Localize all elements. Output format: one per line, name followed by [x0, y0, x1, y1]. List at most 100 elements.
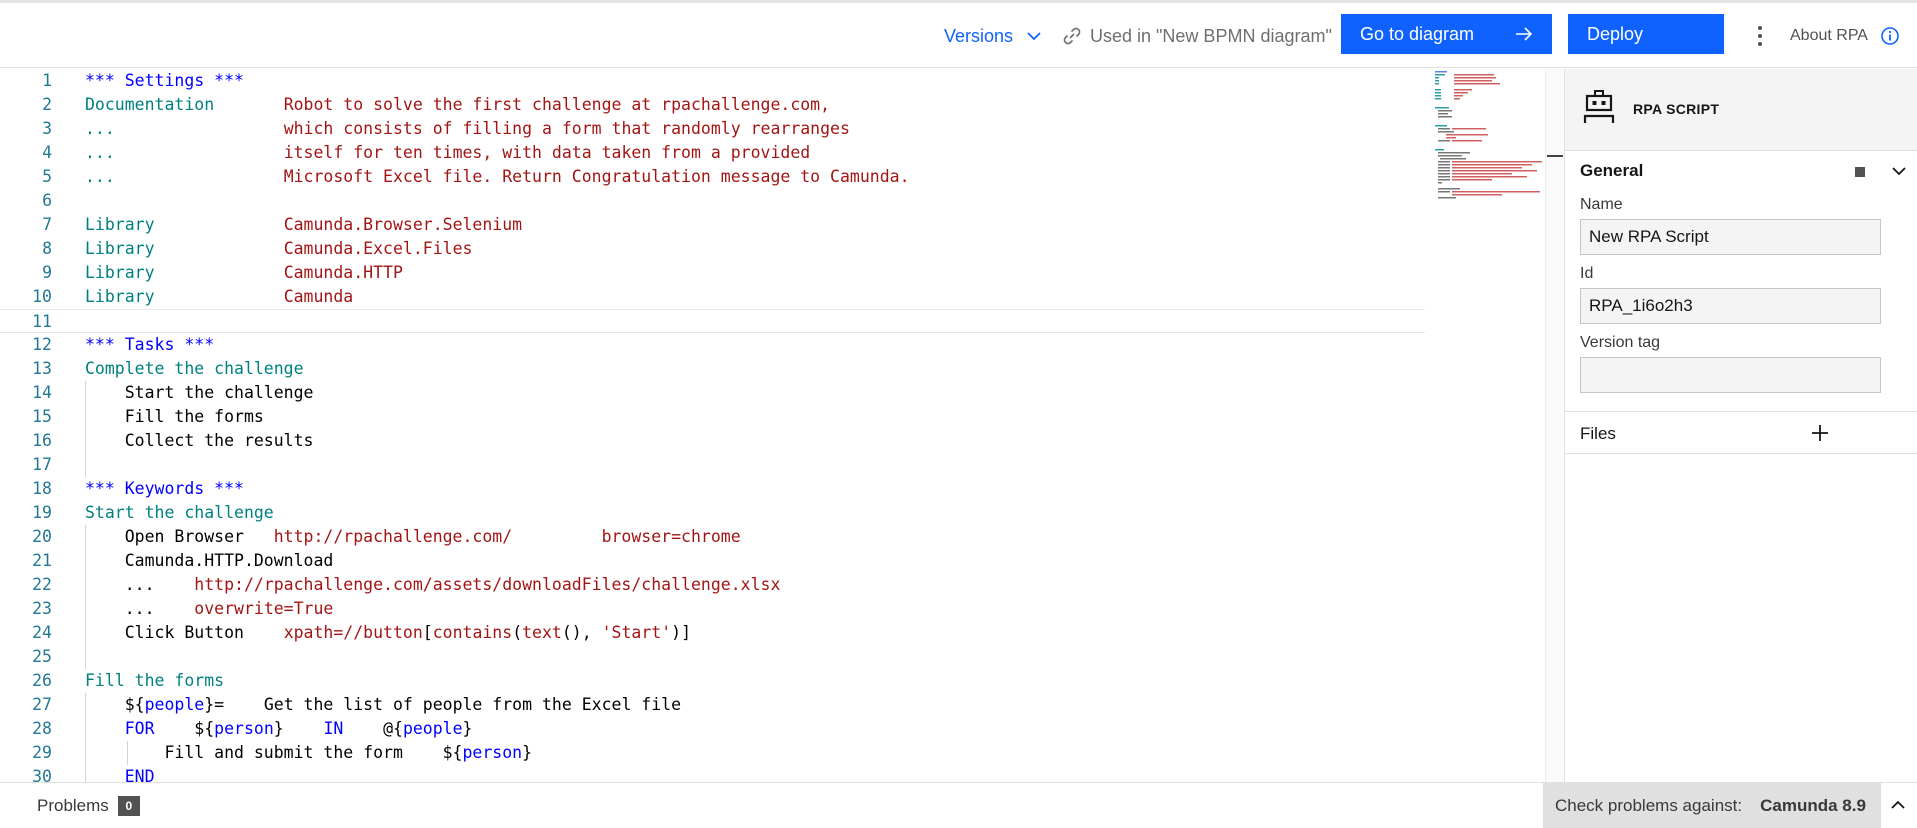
id-field-label: Id — [1580, 265, 1594, 282]
code-line[interactable]: 12 *** Tasks *** — [0, 333, 1425, 357]
code-line[interactable]: 18 *** Keywords *** — [0, 477, 1425, 501]
code-token: Microsoft Excel file. Return Congratulat… — [283, 167, 910, 186]
code-line[interactable]: 4... itself for ten times, with data tak… — [0, 141, 1425, 165]
code-text: Fill and submit the form ${person} — [85, 741, 532, 765]
deploy-button[interactable]: Deploy — [1568, 14, 1724, 54]
code-token: *** Settings *** — [85, 71, 244, 90]
check-problems-against-selector[interactable]: Check problems against: Camunda 8.9 — [1543, 783, 1881, 828]
chevron-down-icon[interactable] — [1891, 163, 1907, 179]
overflow-menu-icon[interactable] — [1752, 22, 1768, 50]
line-number: 14 — [32, 383, 52, 402]
about-rpa-link[interactable]: About RPA — [1790, 23, 1900, 49]
code-token: ... — [85, 119, 284, 138]
problems-label: Problems — [37, 796, 109, 815]
code-line[interactable]: 11 — [0, 309, 1425, 333]
editor-minimap[interactable] — [1432, 69, 1545, 219]
general-section-header[interactable]: General — [1565, 151, 1917, 191]
id-input[interactable] — [1580, 288, 1881, 324]
arrow-right-icon — [1516, 27, 1533, 41]
code-line[interactable]: 28 FOR ${person} IN @{people} — [0, 717, 1425, 741]
code-editor[interactable]: 1 *** Settings *** 2 Documentation Robot to… — [0, 69, 1545, 782]
panel-header: RPA SCRIPT — [1565, 69, 1917, 151]
code-line[interactable]: 20 Open Browser http://rpachallenge.com/… — [0, 525, 1425, 549]
code-text: Library Camunda.Excel.Files — [85, 237, 472, 261]
add-file-icon[interactable] — [1810, 423, 1830, 443]
name-input[interactable] — [1580, 219, 1881, 255]
top-toolbar: Versions Used in "New BPMN diagram" Go t… — [0, 3, 1917, 68]
files-section: Files — [1565, 411, 1917, 454]
code-token: Complete the challenge — [85, 359, 304, 378]
code-line[interactable]: 9 Library Camunda.HTTP — [0, 261, 1425, 285]
code-text: Click Button xpath=//button[contains(tex… — [85, 621, 691, 645]
code-line[interactable]: 13 Complete the challenge — [0, 357, 1425, 381]
line-number: 10 — [32, 287, 52, 306]
code-line[interactable]: 10 Library Camunda — [0, 285, 1425, 309]
code-text: Fill the forms — [85, 669, 224, 693]
code-line[interactable]: 1 *** Settings *** — [0, 69, 1425, 93]
versions-label: Versions — [944, 25, 1014, 46]
used-in-link[interactable]: Used in "New BPMN diagram" — [1062, 23, 1332, 49]
code-line[interactable]: 6 — [0, 189, 1425, 213]
code-line[interactable]: 23 ... overwrite=True — [0, 597, 1425, 621]
code-line[interactable]: 8 Library Camunda.Excel.Files — [0, 237, 1425, 261]
code-token: Start the challenge — [85, 503, 274, 522]
line-number: 15 — [32, 407, 52, 426]
code-line[interactable]: 14 Start the challenge — [0, 381, 1425, 405]
code-text: ... Microsoft Excel file. Return Congrat… — [85, 165, 910, 189]
code-line[interactable]: 25 — [0, 645, 1425, 669]
code-line[interactable]: 19 Start the challenge — [0, 501, 1425, 525]
code-text: Library Camunda.HTTP — [85, 261, 403, 285]
chevron-up-icon[interactable] — [1890, 797, 1906, 813]
code-line[interactable]: 16 Collect the results — [0, 429, 1425, 453]
problems-toggle[interactable]: Problems 0 — [37, 783, 140, 828]
check-problems-label: Check problems against: — [1555, 796, 1743, 815]
code-token: Library — [85, 287, 284, 306]
code-line[interactable]: 22 ... http://rpachallenge.com/assets/do… — [0, 573, 1425, 597]
code-line[interactable]: 26 Fill the forms — [0, 669, 1425, 693]
code-token: person — [462, 743, 523, 762]
code-token: ( — [512, 623, 523, 642]
code-token: http://rpachallenge.com/assets/downloadF… — [194, 575, 781, 594]
code-text: ... overwrite=True — [85, 597, 334, 621]
line-number: 21 — [32, 551, 52, 570]
code-text: ... itself for ten times, with data take… — [85, 141, 810, 165]
version-tag-input[interactable] — [1580, 357, 1881, 393]
code-line[interactable]: 15 Fill the forms — [0, 405, 1425, 429]
versions-dropdown[interactable]: Versions — [944, 23, 1041, 49]
line-number: 2 — [42, 95, 52, 114]
chevron-down-icon — [1027, 32, 1041, 41]
code-token: } — [522, 743, 533, 762]
info-icon — [1881, 27, 1899, 45]
problems-count-badge: 0 — [117, 796, 140, 816]
code-text: END — [85, 765, 155, 782]
code-line[interactable]: 7 Library Camunda.Browser.Selenium — [0, 213, 1425, 237]
line-number: 1 — [42, 71, 52, 90]
general-section-title: General — [1580, 161, 1644, 180]
go-to-diagram-button[interactable]: Go to diagram — [1341, 14, 1552, 54]
code-line[interactable]: 27 ${people}= Get the list of people fro… — [0, 693, 1425, 717]
line-number: 30 — [32, 767, 52, 782]
code-token: Camunda.HTTP.Download — [85, 551, 334, 570]
code-line[interactable]: 24 Click Button xpath=//button[contains(… — [0, 621, 1425, 645]
code-line[interactable]: 17 — [0, 453, 1425, 477]
element-type-label: RPA SCRIPT — [1633, 101, 1720, 117]
code-line[interactable]: 30 END — [0, 765, 1425, 782]
code-line[interactable]: 2 Documentation Robot to solve the first … — [0, 93, 1425, 117]
code-text: ... which consists of filling a form tha… — [85, 117, 850, 141]
code-line[interactable]: 3... which consists of filling a form th… — [0, 117, 1425, 141]
scroll-position-marker — [1547, 155, 1563, 157]
line-number: 18 — [32, 479, 52, 498]
code-line[interactable]: 29 Fill and submit the form ${person} — [0, 741, 1425, 765]
code-text: Start the challenge — [85, 501, 274, 525]
line-number: 17 — [32, 455, 52, 474]
line-number: 19 — [32, 503, 52, 522]
code-token: ... — [85, 143, 284, 162]
name-field-label: Name — [1580, 196, 1623, 213]
code-line[interactable]: 5... Microsoft Excel file. Return Congra… — [0, 165, 1425, 189]
editor-scrollbar[interactable] — [1545, 69, 1563, 782]
code-token: IN — [323, 719, 344, 738]
code-line[interactable]: 21 Camunda.HTTP.Download — [0, 549, 1425, 573]
code-token: Start the challenge — [85, 383, 314, 402]
line-number: 11 — [32, 312, 52, 331]
